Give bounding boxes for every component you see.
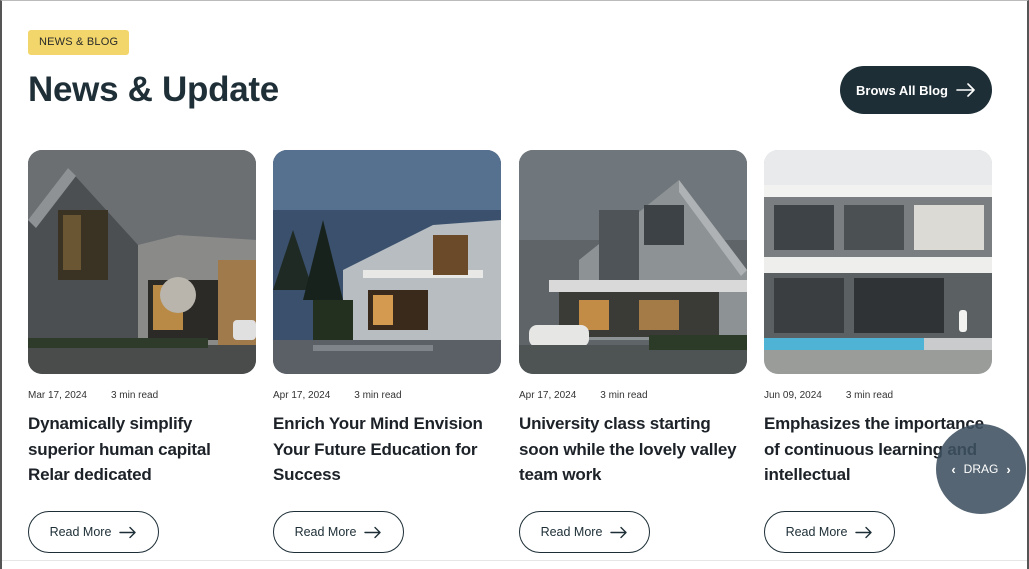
blog-card: Apr 17, 2024 3 min read Enrich Your Mind…: [273, 150, 501, 560]
chevron-right-icon: ›: [1006, 461, 1011, 477]
blog-card-image[interactable]: [764, 150, 992, 374]
read-more-button[interactable]: Read More: [273, 511, 404, 553]
blog-card-date: Apr 17, 2024: [519, 390, 577, 401]
read-more-label: Read More: [785, 525, 848, 539]
drag-handle[interactable]: ‹ DRAG ›: [936, 424, 1026, 514]
read-more-label: Read More: [540, 525, 603, 539]
blog-card-meta: Jun 09, 2024 3 min read: [764, 390, 893, 401]
read-more-label: Read More: [49, 525, 112, 539]
blog-card-read-time: 3 min read: [110, 390, 159, 401]
section-divider: [2, 560, 1027, 561]
blog-card-title[interactable]: Enrich Your Mind Envision Your Future Ed…: [273, 411, 501, 488]
blog-card-meta: Mar 17, 2024 3 min read: [28, 390, 158, 401]
blog-card-read-time: 3 min read: [600, 390, 648, 401]
blog-card-date: Mar 17, 2024: [28, 390, 87, 401]
browse-all-blog-button[interactable]: Brows All Blog: [840, 66, 992, 114]
section-tag: NEWS & BLOG: [28, 30, 130, 55]
blog-card-meta: Apr 17, 2024 3 min read: [273, 390, 402, 401]
arrow-right-icon: [855, 526, 873, 538]
blog-card-image[interactable]: [28, 150, 256, 374]
read-more-button[interactable]: Read More: [764, 511, 895, 553]
arrow-right-icon: [119, 526, 137, 538]
read-more-button[interactable]: Read More: [28, 511, 159, 553]
blog-card-title[interactable]: University class starting soon while the…: [519, 411, 747, 488]
blog-card-date: Apr 17, 2024: [273, 390, 331, 401]
browse-all-blog-label: Brows All Blog: [856, 82, 948, 98]
drag-label: DRAG: [963, 462, 999, 476]
read-more-label: Read More: [294, 525, 357, 539]
arrow-right-icon: [610, 526, 628, 538]
blog-card-read-time: 3 min read: [354, 390, 402, 401]
blog-card-meta: Apr 17, 2024 3 min read: [519, 390, 648, 401]
section-title: News & Update: [28, 70, 279, 109]
blog-card: Mar 17, 2024 3 min read Dynamically simp…: [28, 150, 256, 560]
blog-card-image[interactable]: [273, 150, 501, 374]
blog-card-date: Jun 09, 2024: [764, 390, 822, 401]
arrow-right-icon: [956, 83, 975, 97]
blog-card-read-time: 3 min read: [845, 390, 894, 401]
chevron-left-icon: ‹: [951, 461, 956, 477]
read-more-button[interactable]: Read More: [519, 511, 650, 553]
blog-card: Apr 17, 2024 3 min read University class…: [519, 150, 747, 560]
arrow-right-icon: [364, 526, 382, 538]
blog-card-list: Mar 17, 2024 3 min read Dynamically simp…: [28, 150, 992, 560]
blog-card-title[interactable]: Dynamically simplify superior human capi…: [28, 411, 256, 488]
blog-card-image[interactable]: [519, 150, 747, 374]
